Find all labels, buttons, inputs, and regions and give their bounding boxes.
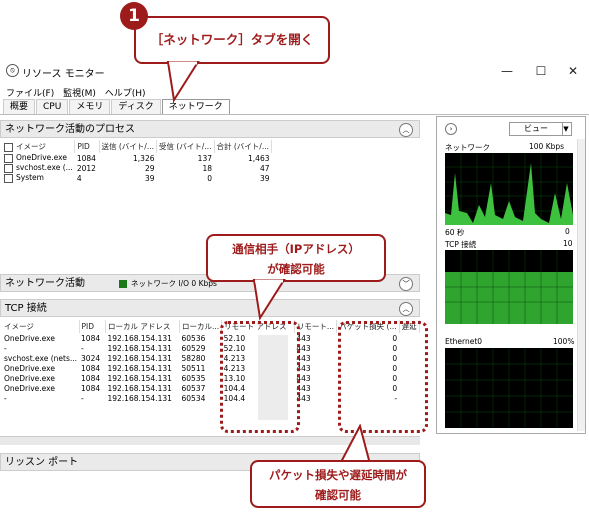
app-icon: ⦸ [6, 64, 19, 77]
close-button[interactable]: ✕ [558, 62, 588, 80]
tab-cpu[interactable]: CPU [36, 99, 69, 114]
checkbox-icon[interactable] [4, 153, 13, 163]
column-header[interactable]: 送信 (バイト/... [99, 140, 157, 153]
tcp-panel-header[interactable]: TCP 接続 ︿ [0, 299, 420, 317]
process-table-wrap: イメージ PID 送信 (バイト/... 受信 (バイト/... 合計 (バイト… [2, 140, 420, 183]
process-panel-title: ネットワーク活動のプロセス [5, 124, 135, 135]
column-header[interactable]: PID [79, 320, 106, 333]
tcp-graph-svg [445, 250, 573, 324]
callout-packet-loss-line1: パケット損失や遅延時間が [269, 468, 407, 482]
callout-packet-loss: パケット損失や遅延時間が 確認可能 [250, 460, 426, 508]
minimize-button[interactable]: — [492, 62, 522, 80]
column-header[interactable]: イメージ [2, 140, 76, 153]
graph-network-min: 0 [565, 227, 570, 236]
column-header[interactable]: PID [74, 140, 100, 153]
status-square-icon [119, 280, 127, 288]
step-number-badge: 1 [120, 2, 148, 30]
tab-disk[interactable]: ディスク [111, 99, 161, 114]
menu-file[interactable]: ファイル(F) [6, 86, 54, 99]
column-header[interactable]: イメージ [2, 320, 80, 333]
tcp-panel-title: TCP 接続 [5, 303, 47, 314]
graph-network-label: ネットワーク [445, 143, 490, 152]
callout-pointer [252, 279, 286, 321]
callout-open-network-tab: ［ネットワーク］タブを開く [134, 16, 330, 64]
chevron-right-icon[interactable]: › [445, 123, 457, 135]
graph-network-max: 100 Kbps [529, 142, 565, 151]
table-row[interactable]: OneDrive.exe 1084 1,326 137 1,463 [2, 153, 272, 163]
callout-remote-ip-line2: が確認可能 [267, 262, 325, 276]
callout-pointer [166, 61, 200, 102]
column-header[interactable]: 受信 (バイト/... [156, 140, 215, 153]
graph-network-footer: 60 秒 [445, 228, 465, 237]
column-header[interactable]: 合計 (バイト/... [214, 140, 272, 153]
callout-packet-loss-line2: 確認可能 [315, 488, 361, 502]
table-row[interactable]: System 4 39 0 39 [2, 173, 272, 183]
network-graph-svg [445, 153, 573, 225]
column-header[interactable]: ローカル... [179, 320, 223, 333]
menu-bar: ファイル(F) 監視(M) ヘルプ(H) [0, 86, 589, 100]
collapse-chevron-icon[interactable]: ︿ [399, 123, 413, 137]
callout-remote-ip-line1: 通信相手（IPアドレス） [232, 242, 360, 256]
listen-panel-title: リッスン ポート [5, 457, 79, 468]
tab-memory[interactable]: メモリ [69, 99, 111, 114]
tab-separator [0, 114, 589, 115]
ethernet-graph [445, 348, 573, 428]
packet-loss-highlight [338, 321, 428, 433]
ethernet-graph-svg [445, 348, 573, 428]
menu-help[interactable]: ヘルプ(H) [105, 86, 146, 99]
checkbox-icon[interactable] [4, 142, 13, 152]
process-panel-header[interactable]: ネットワーク活動のプロセス ︿ [0, 120, 420, 138]
graph-tcp-max: 10 [563, 239, 573, 248]
graph-ethernet-label: Ethernet0 [445, 337, 483, 346]
network-graph [445, 153, 573, 225]
checkbox-icon[interactable] [4, 163, 13, 173]
process-table: イメージ PID 送信 (バイト/... 受信 (バイト/... 合計 (バイト… [2, 140, 272, 183]
activity-panel-title: ネットワーク活動 [5, 278, 85, 289]
grid-lines [445, 348, 573, 428]
callout-remote-ip: 通信相手（IPアドレス） が確認可能 [206, 234, 386, 282]
vertical-scrollbar[interactable] [577, 139, 585, 431]
table-row[interactable]: svchost.exe (... 2012 29 18 47 [2, 163, 272, 173]
graph-ethernet-max: 100% [553, 337, 575, 346]
remote-address-highlight [220, 321, 300, 433]
graph-pane: › ビュー ▼ ネットワーク 100 Kbps 60 秒 0 TCP 接続 10… [436, 116, 586, 434]
checkbox-icon[interactable] [4, 173, 13, 183]
view-button[interactable]: ビュー [509, 122, 563, 136]
menu-monitor[interactable]: 監視(M) [63, 86, 96, 99]
window-title: リソース モニター [22, 69, 105, 80]
column-header[interactable]: リモート... [294, 320, 337, 333]
activity-status: ネットワーク I/O 0 Kbps [131, 279, 217, 288]
dropdown-arrow-icon[interactable]: ▼ [561, 122, 572, 136]
expand-chevron-icon[interactable]: ﹀ [399, 277, 413, 291]
column-header[interactable]: ローカル アドレス [105, 320, 181, 333]
maximize-button[interactable]: ☐ [526, 62, 556, 80]
tab-overview[interactable]: 概要 [3, 99, 36, 114]
tcp-graph [445, 250, 573, 324]
collapse-chevron-icon[interactable]: ︿ [399, 302, 413, 316]
graph-tcp-label: TCP 接続 [445, 240, 477, 249]
